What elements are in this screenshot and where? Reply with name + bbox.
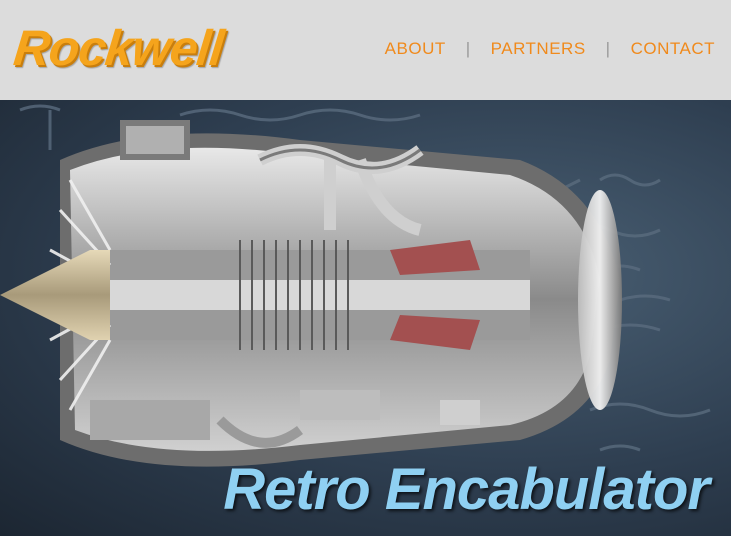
hero-banner: Retro Encabulator: [0, 100, 731, 536]
main-nav: ABOUT | PARTNERS | CONTACT: [385, 39, 715, 59]
nav-separator: |: [605, 39, 611, 58]
engine-body: [0, 120, 622, 467]
rockwell-logo[interactable]: Rockwell: [11, 20, 226, 76]
nav-contact-link[interactable]: CONTACT: [631, 39, 715, 59]
nav-about-link[interactable]: ABOUT: [385, 39, 446, 59]
nav-partners-link[interactable]: PARTNERS: [491, 39, 586, 59]
hero-title: Retro Encabulator: [223, 457, 710, 522]
nav-separator: |: [465, 39, 471, 58]
site-header: Rockwell ABOUT | PARTNERS | CONTACT: [0, 0, 731, 100]
